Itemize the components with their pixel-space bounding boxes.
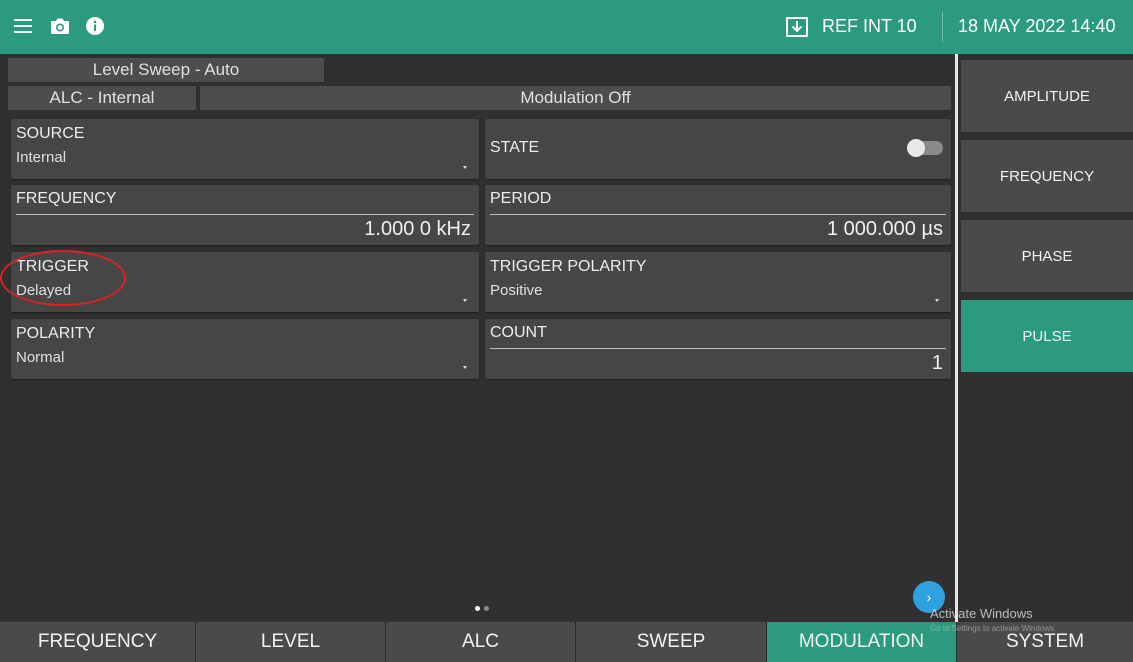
top-bar: REF INT 10 18 MAY 2022 14:40 xyxy=(0,0,1133,54)
source-label: SOURCE xyxy=(16,125,85,142)
polarity-select[interactable]: POLARITY Normal xyxy=(11,319,479,379)
chevron-right-icon: › xyxy=(926,589,932,605)
menu-frequency-button[interactable]: FREQUENCY xyxy=(961,140,1133,212)
reference-status[interactable]: REF INT 10 xyxy=(822,16,917,37)
state-label: STATE xyxy=(490,139,540,156)
menu-phase-button[interactable]: PHASE xyxy=(961,220,1133,292)
tab-level[interactable]: LEVEL xyxy=(196,622,386,662)
trigger-polarity-value: Positive xyxy=(490,282,543,299)
period-value[interactable]: 1 000.000 µs xyxy=(827,218,943,241)
count-field[interactable]: COUNT 1 xyxy=(485,319,951,379)
frequency-field[interactable]: FREQUENCY 1.000 0 kHz xyxy=(11,185,479,245)
topbar-divider xyxy=(942,12,943,42)
tab-modulation[interactable]: MODULATION xyxy=(767,622,957,662)
trigger-polarity-label: TRIGGER POLARITY xyxy=(490,258,647,275)
watermark-subtitle: Go to Settings to activate Windows. xyxy=(930,624,1057,633)
page-indicator-dot-2[interactable] xyxy=(484,606,489,611)
page-indicator-dot-1[interactable] xyxy=(475,606,480,611)
source-select[interactable]: SOURCE Internal xyxy=(11,119,479,179)
dropdown-caret-icon xyxy=(463,299,467,302)
polarity-value: Normal xyxy=(16,349,65,366)
modulation-status: Modulation Off xyxy=(200,86,951,110)
menu-pulse-button[interactable]: PULSE xyxy=(961,300,1133,372)
download-icon[interactable] xyxy=(785,15,809,39)
info-icon[interactable] xyxy=(80,11,110,41)
frequency-value[interactable]: 1.000 0 kHz xyxy=(364,218,471,241)
date-time: 18 MAY 2022 14:40 xyxy=(958,16,1116,36)
period-field[interactable]: PERIOD 1 000.000 µs xyxy=(485,185,951,245)
state-toggle[interactable] xyxy=(907,139,943,157)
toggle-knob xyxy=(907,139,925,157)
tab-alc[interactable]: ALC xyxy=(386,622,576,662)
trigger-polarity-select[interactable]: TRIGGER POLARITY Positive xyxy=(485,252,951,312)
alc-status: ALC - Internal xyxy=(8,86,196,110)
sweep-status: Level Sweep - Auto xyxy=(8,58,324,82)
count-label: COUNT xyxy=(490,324,547,341)
state-field: STATE xyxy=(485,119,951,179)
camera-icon[interactable] xyxy=(45,11,75,41)
field-underline xyxy=(16,214,474,215)
frequency-label: FREQUENCY xyxy=(16,190,117,207)
polarity-label: POLARITY xyxy=(16,325,96,342)
menu-amplitude-button[interactable]: AMPLITUDE xyxy=(961,60,1133,132)
panel-divider xyxy=(955,54,958,622)
menu-icon[interactable] xyxy=(8,11,38,41)
field-underline xyxy=(490,214,946,215)
tab-sweep[interactable]: SWEEP xyxy=(576,622,767,662)
dropdown-caret-icon xyxy=(463,366,467,369)
source-value: Internal xyxy=(16,149,67,166)
period-label: PERIOD xyxy=(490,190,552,207)
dropdown-caret-icon xyxy=(935,299,939,302)
dropdown-caret-icon xyxy=(463,166,467,169)
field-underline xyxy=(490,348,946,349)
tab-frequency[interactable]: FREQUENCY xyxy=(0,622,196,662)
watermark-title: Activate Windows xyxy=(930,606,1033,621)
annotation-ellipse xyxy=(0,250,126,306)
count-value[interactable]: 1 xyxy=(932,352,943,375)
